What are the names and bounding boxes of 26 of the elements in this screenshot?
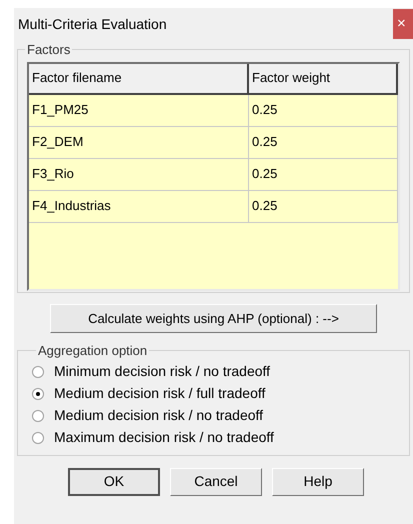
option-label: Minimum decision risk / no tradeoff bbox=[54, 362, 270, 381]
group-label: Factors bbox=[26, 41, 72, 59]
table-cell: 0.25 bbox=[249, 158, 398, 190]
dialog-button[interactable]: OK bbox=[68, 468, 160, 496]
table-cell: F3_Rio bbox=[29, 158, 249, 190]
radio-button[interactable] bbox=[32, 388, 44, 400]
table-cell: 0.25 bbox=[249, 94, 398, 126]
column-header: Factor filename bbox=[29, 64, 249, 94]
radio-button[interactable] bbox=[32, 410, 44, 422]
option-label: Medium decision risk / full tradeoff bbox=[54, 384, 266, 403]
table-cell: F4_Industrias bbox=[29, 190, 249, 222]
table-cell: F2_DEM bbox=[29, 126, 249, 158]
table-cell: 0.25 bbox=[249, 126, 398, 158]
dialog-button[interactable]: Help bbox=[272, 468, 364, 496]
option-label: Maximum decision risk / no tradeoff bbox=[54, 428, 274, 447]
radio-button[interactable] bbox=[32, 432, 44, 444]
radio-button[interactable] bbox=[32, 366, 44, 378]
option-label: Medium decision risk / no tradeoff bbox=[54, 406, 264, 425]
close-button[interactable]: × bbox=[393, 9, 413, 39]
table-cell: 0.25 bbox=[249, 190, 398, 222]
window-title: Multi-Criteria Evaluation bbox=[18, 14, 167, 34]
ahp-button[interactable]: Calculate weights using AHP (optional) : --> bbox=[50, 304, 377, 333]
table-cell: F1_PM25 bbox=[29, 94, 249, 126]
dialog-button[interactable]: Cancel bbox=[170, 468, 262, 496]
column-header: Factor weight bbox=[249, 64, 398, 94]
group-label: Aggregation option bbox=[37, 342, 148, 360]
